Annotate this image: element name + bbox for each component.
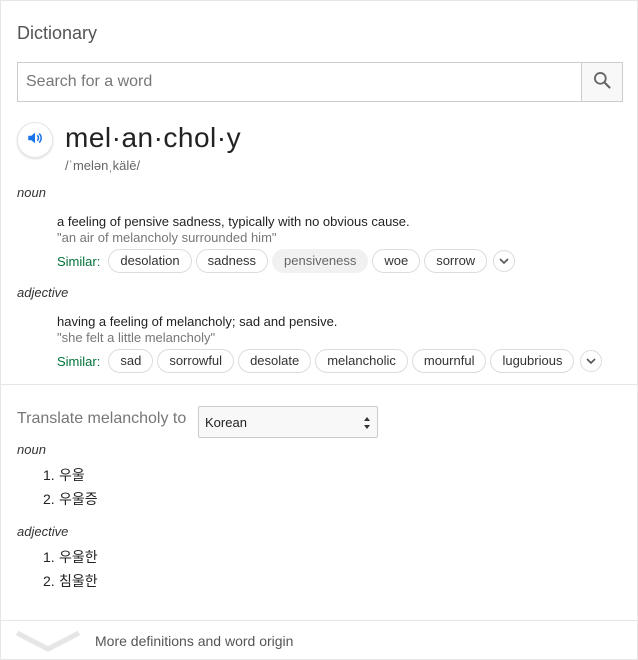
more-definitions-link[interactable]: More definitions and word origin	[95, 633, 293, 649]
dictionary-card: Dictionary mel·an·chol·y /ˈmelənˌkälē/ n…	[0, 0, 638, 660]
more-definitions-toggle[interactable]	[15, 629, 81, 658]
search-box	[17, 62, 623, 102]
similar-label: Similar:	[57, 253, 101, 269]
pronunciation-button[interactable]	[17, 122, 53, 158]
expand-similar-button[interactable]	[580, 350, 603, 372]
similar-chip[interactable]: desolation	[108, 249, 192, 273]
language-select[interactable]: Korean	[198, 406, 378, 438]
similar-chip[interactable]: sorrow	[424, 249, 488, 273]
expand-similar-button[interactable]	[493, 250, 516, 272]
similar-chip[interactable]: melancholic	[315, 349, 408, 373]
similar-chip[interactable]: desolate	[238, 349, 312, 373]
definition: a feeling of pensive sadness, typically …	[57, 214, 410, 229]
part-of-speech: noun	[17, 185, 46, 200]
chevron-down-icon	[499, 258, 509, 265]
translate-label: Translate melancholy to	[17, 410, 187, 427]
search-icon	[592, 70, 612, 95]
speaker-icon	[26, 129, 44, 152]
example-sentence: "an air of melancholy surrounded him"	[57, 230, 277, 245]
translation-text: 우울한	[59, 549, 98, 565]
definition: having a feeling of melancholy; sad and …	[57, 314, 338, 329]
translation-pos: adjective	[17, 524, 69, 539]
translation-item: 1. 우울한	[43, 545, 98, 569]
headword: mel·an·chol·y	[65, 122, 242, 153]
similar-chip[interactable]: pensiveness	[272, 249, 369, 273]
translation-text: 우울	[59, 467, 85, 483]
similar-words-row: Similar: sad sorrowful desolate melancho…	[57, 349, 603, 373]
similar-chip[interactable]: sad	[108, 349, 154, 373]
phonetic: /ˈmelənˌkälē/	[65, 158, 141, 173]
similar-chip[interactable]: sorrowful	[157, 349, 235, 373]
translation-number: 2.	[43, 573, 55, 589]
translation-number: 2.	[43, 491, 55, 507]
part-of-speech: adjective	[17, 285, 69, 300]
translation-item: 2. 우울증	[43, 487, 98, 511]
similar-chip[interactable]: mournful	[411, 349, 487, 373]
similar-chip[interactable]: lugubrious	[490, 349, 575, 373]
chevron-down-icon	[15, 630, 81, 652]
card-title: Dictionary	[17, 23, 98, 43]
translation-number: 1.	[43, 467, 55, 483]
translation-list: 1. 우울한 2. 침울한	[43, 545, 98, 593]
example-sentence: "she felt a little melancholy"	[57, 330, 216, 345]
similar-chip[interactable]: woe	[372, 249, 421, 273]
select-arrows-icon	[364, 417, 370, 429]
translation-number: 1.	[43, 549, 55, 565]
similar-chip[interactable]: sadness	[195, 249, 269, 273]
section-divider	[1, 384, 638, 385]
translation-text: 우울증	[59, 491, 98, 507]
translation-pos: noun	[17, 442, 46, 457]
translation-list: 1. 우울 2. 우울증	[43, 463, 98, 511]
similar-label: Similar:	[57, 353, 101, 369]
footer-divider	[1, 620, 638, 621]
search-button[interactable]	[581, 63, 622, 101]
selected-language: Korean	[205, 414, 247, 430]
search-input[interactable]	[18, 63, 581, 101]
translation-item: 1. 우울	[43, 463, 98, 487]
translation-text: 침울한	[59, 573, 98, 589]
chevron-down-icon	[586, 358, 597, 365]
similar-words-row: Similar: desolation sadness pensiveness …	[57, 249, 516, 273]
translation-item: 2. 침울한	[43, 569, 98, 593]
